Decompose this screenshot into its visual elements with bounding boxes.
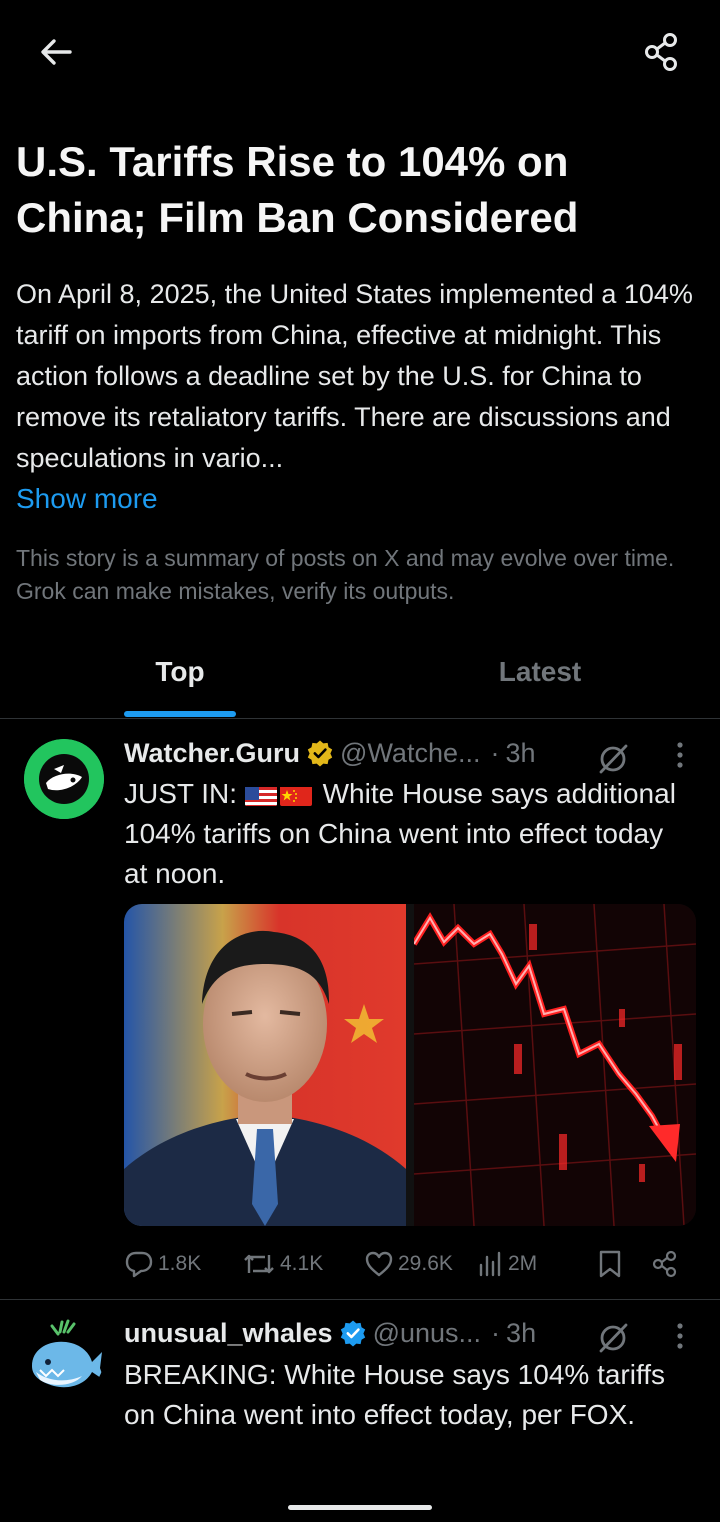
back-button[interactable] [30,26,82,78]
verified-blue-badge-icon [340,1320,365,1347]
grok-icon[interactable] [596,1321,630,1355]
author-name[interactable]: Watcher.Guru [124,738,300,769]
post-text: JUST IN: White House says additional 104… [124,774,694,894]
top-bar [0,0,720,104]
tab-bar: Top Latest [0,630,720,719]
views-button[interactable]: 2M [478,1244,537,1284]
post-header: Watcher.Guru @Watche... · 3h [124,733,536,773]
story-title: U.S. Tariffs Rise to 104% on China; Film… [16,138,579,241]
watcher-guru-logo-icon [24,739,104,819]
home-indicator[interactable] [288,1505,432,1510]
post-divider [0,1299,720,1300]
reply-count: 1.8K [158,1252,202,1275]
portrait-photo[interactable] [124,904,406,1226]
post-text-prefix: JUST IN: [124,778,238,809]
post-time[interactable]: 3h [505,738,535,769]
separator-dot: · [491,1317,501,1348]
share-icon [645,33,677,71]
story-summary-text: On April 8, 2025, the United States impl… [16,279,693,473]
bookmark-icon [599,1250,621,1278]
more-vertical-icon [677,1323,683,1349]
tab-top-label: Top [155,656,205,687]
verified-gold-badge-icon [307,740,333,767]
avatar[interactable] [24,1318,104,1398]
author-handle[interactable]: @unus... [373,1318,481,1349]
avatar[interactable] [24,739,104,819]
views-chart-icon [479,1251,501,1277]
arrow-left-icon [41,39,72,65]
tab-top[interactable]: Top [0,630,360,718]
author-handle[interactable]: @Watche... [340,738,480,769]
more-vertical-icon [677,742,683,768]
reply-icon [125,1251,153,1278]
tab-latest-label: Latest [498,656,582,687]
tab-latest[interactable]: Latest [360,630,720,718]
show-more-link[interactable]: Show more [16,480,158,518]
active-tab-indicator [124,711,236,717]
us-flag-icon [244,782,277,806]
like-button[interactable]: 29.6K [364,1244,453,1284]
share-icon [652,1250,677,1278]
stock-crash-chart-image[interactable] [414,904,696,1226]
view-count: 2M [508,1252,538,1275]
story-summary: On April 8, 2025, the United States impl… [16,274,706,520]
more-options-button[interactable] [665,735,695,775]
repost-count: 4.1K [280,1252,324,1275]
repost-icon [244,1254,274,1274]
grok-icon[interactable] [596,742,630,776]
separator-dot: · [490,737,500,768]
more-options-button[interactable] [665,1316,695,1356]
reply-button[interactable]: 1.8K [124,1244,201,1284]
like-count: 29.6K [398,1252,453,1275]
post-text: BREAKING: White House says 104% tariffs … [124,1359,666,1430]
post-share-button[interactable] [650,1244,684,1284]
heart-icon [365,1251,393,1277]
share-button[interactable] [636,26,688,78]
post-actions: 1.8K 4.1K 29.6K 2M [124,1244,694,1284]
repost-button[interactable]: 4.1K [242,1244,323,1284]
post-media[interactable] [124,904,696,1226]
whale-logo-icon [32,1319,104,1388]
post-time[interactable]: 3h [506,1318,536,1349]
china-flag-icon [279,782,312,806]
post-header: unusual_whales @unus... · 3h [124,1313,536,1353]
author-name[interactable]: unusual_whales [124,1318,333,1349]
bookmark-button[interactable] [596,1244,628,1284]
grok-disclaimer: This story is a summary of posts on X an… [16,545,675,604]
